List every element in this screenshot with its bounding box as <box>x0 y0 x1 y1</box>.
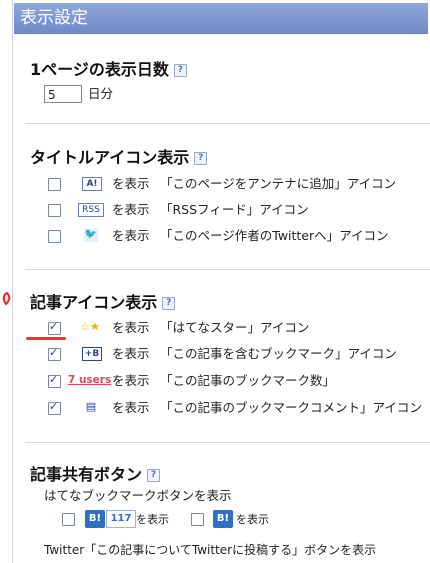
antenna-desc: 「このページをアンテナに追加」アイコン <box>160 176 397 191</box>
share-section: 記事共有ボタン? はてなブックマークボタンを表示 B! 117 を表示 B! を… <box>14 459 428 563</box>
title-icons-heading: タイトルアイコン表示? <box>30 144 208 168</box>
star-checkbox[interactable] <box>48 320 61 335</box>
rss-icon: RSS <box>78 203 104 217</box>
antenna-checkbox[interactable] <box>48 178 61 191</box>
article-icons-section: 記事アイコン表示? ☆★ を表示 「はてなスター」アイコン +B を表示 「この… <box>14 287 428 427</box>
article-icon-row-bookmark: +B を表示 「この記事を含むブックマーク」アイコン <box>14 345 428 365</box>
comment-checkbox[interactable] <box>48 400 61 415</box>
bookmark-count: 117 <box>106 510 136 528</box>
bookmark-checkbox[interactable] <box>48 346 61 361</box>
days-heading: 1ページの表示日数? <box>30 56 187 80</box>
left-border <box>12 0 13 563</box>
divider <box>25 123 430 124</box>
show-label: を表示 <box>112 373 150 388</box>
rss-desc: 「RSSフィード」アイコン <box>160 202 309 217</box>
divider <box>25 442 430 443</box>
title-icon-row-antenna: A! を表示 「このページをアンテナに追加」アイコン <box>14 175 428 195</box>
hatena-star-icon: ☆★ <box>80 320 100 333</box>
days-unit: 日分 <box>88 86 114 101</box>
twitter-desc: 「このページ作者のTwitterへ」アイコン <box>160 228 389 243</box>
help-icon[interactable]: ? <box>194 152 208 165</box>
hatena-count-button-checkbox[interactable] <box>62 513 75 526</box>
show-label: を表示 <box>236 513 269 526</box>
twitter-button-row: Twitter「この記事についてTwitterに投稿する」ボタンを表示 <box>14 541 428 561</box>
hatena-button-row: はてなブックマークボタンを表示 <box>14 487 428 507</box>
article-icon-row-comment: ▤ を表示 「この記事のブックマークコメント」アイコン <box>14 399 428 419</box>
days-input[interactable]: 5 <box>44 85 82 103</box>
article-icon-row-users: 7 users を表示 「この記事のブックマーク数」 <box>14 372 428 392</box>
add-bookmark-icon: +B <box>82 347 102 361</box>
title-icon-row-rss: RSS を表示 「RSSフィード」アイコン <box>14 201 428 221</box>
rss-checkbox[interactable] <box>48 204 61 217</box>
days-section: 1ページの表示日数? 5 日分 <box>14 56 428 116</box>
show-label: を表示 <box>112 320 150 335</box>
hatena-bookmark-icon: B! <box>85 510 105 528</box>
days-row: 5 日分 <box>14 85 428 105</box>
help-icon[interactable]: ? <box>162 297 176 310</box>
show-label: を表示 <box>112 346 150 361</box>
show-label: を表示 <box>136 513 169 526</box>
article-icon-row-star: ☆★ を表示 「はてなスター」アイコン <box>14 319 428 339</box>
title-icon-row-twitter: 🐦 を表示 「このページ作者のTwitterへ」アイコン <box>14 227 428 247</box>
twitter-bird-icon: 🐦 <box>84 228 98 242</box>
users-count-icon: 7 users <box>68 374 112 386</box>
annotation-underline <box>26 337 66 340</box>
panel-title: 表示設定 <box>14 3 428 34</box>
antenna-icon: A! <box>82 177 102 191</box>
show-label: を表示 <box>112 202 150 217</box>
star-desc: 「はてなスター」アイコン <box>160 320 310 335</box>
hatena-bookmark-icon: B! <box>213 510 233 528</box>
users-desc: 「この記事のブックマーク数」 <box>160 373 336 388</box>
divider <box>25 269 430 270</box>
comment-desc: 「この記事のブックマークコメント」アイコン <box>160 400 422 415</box>
show-label: を表示 <box>112 228 150 243</box>
hatena-simple-button-checkbox[interactable] <box>191 513 204 526</box>
show-label: を表示 <box>112 176 150 191</box>
users-checkbox[interactable] <box>48 373 61 388</box>
show-label: を表示 <box>112 400 150 415</box>
title-icons-section: タイトルアイコン表示? A! を表示 「このページをアンテナに追加」アイコン R… <box>14 141 428 251</box>
annotation-mark-icon <box>2 292 11 306</box>
twitter-button-label: Twitter「この記事についてTwitterに投稿する」ボタンを表示 <box>44 543 377 557</box>
comment-icon: ▤ <box>85 400 97 413</box>
hatena-button-label: はてなブックマークボタンを表示 <box>44 488 232 503</box>
help-icon[interactable]: ? <box>173 64 187 77</box>
article-icons-heading: 記事アイコン表示? <box>30 289 176 313</box>
bookmark-desc: 「この記事を含むブックマーク」アイコン <box>160 346 397 361</box>
twitter-checkbox[interactable] <box>48 230 61 243</box>
help-icon[interactable]: ? <box>147 469 161 482</box>
share-heading: 記事共有ボタン? <box>30 461 161 485</box>
hatena-button-options: B! 117 を表示 B! を表示 <box>14 510 428 532</box>
